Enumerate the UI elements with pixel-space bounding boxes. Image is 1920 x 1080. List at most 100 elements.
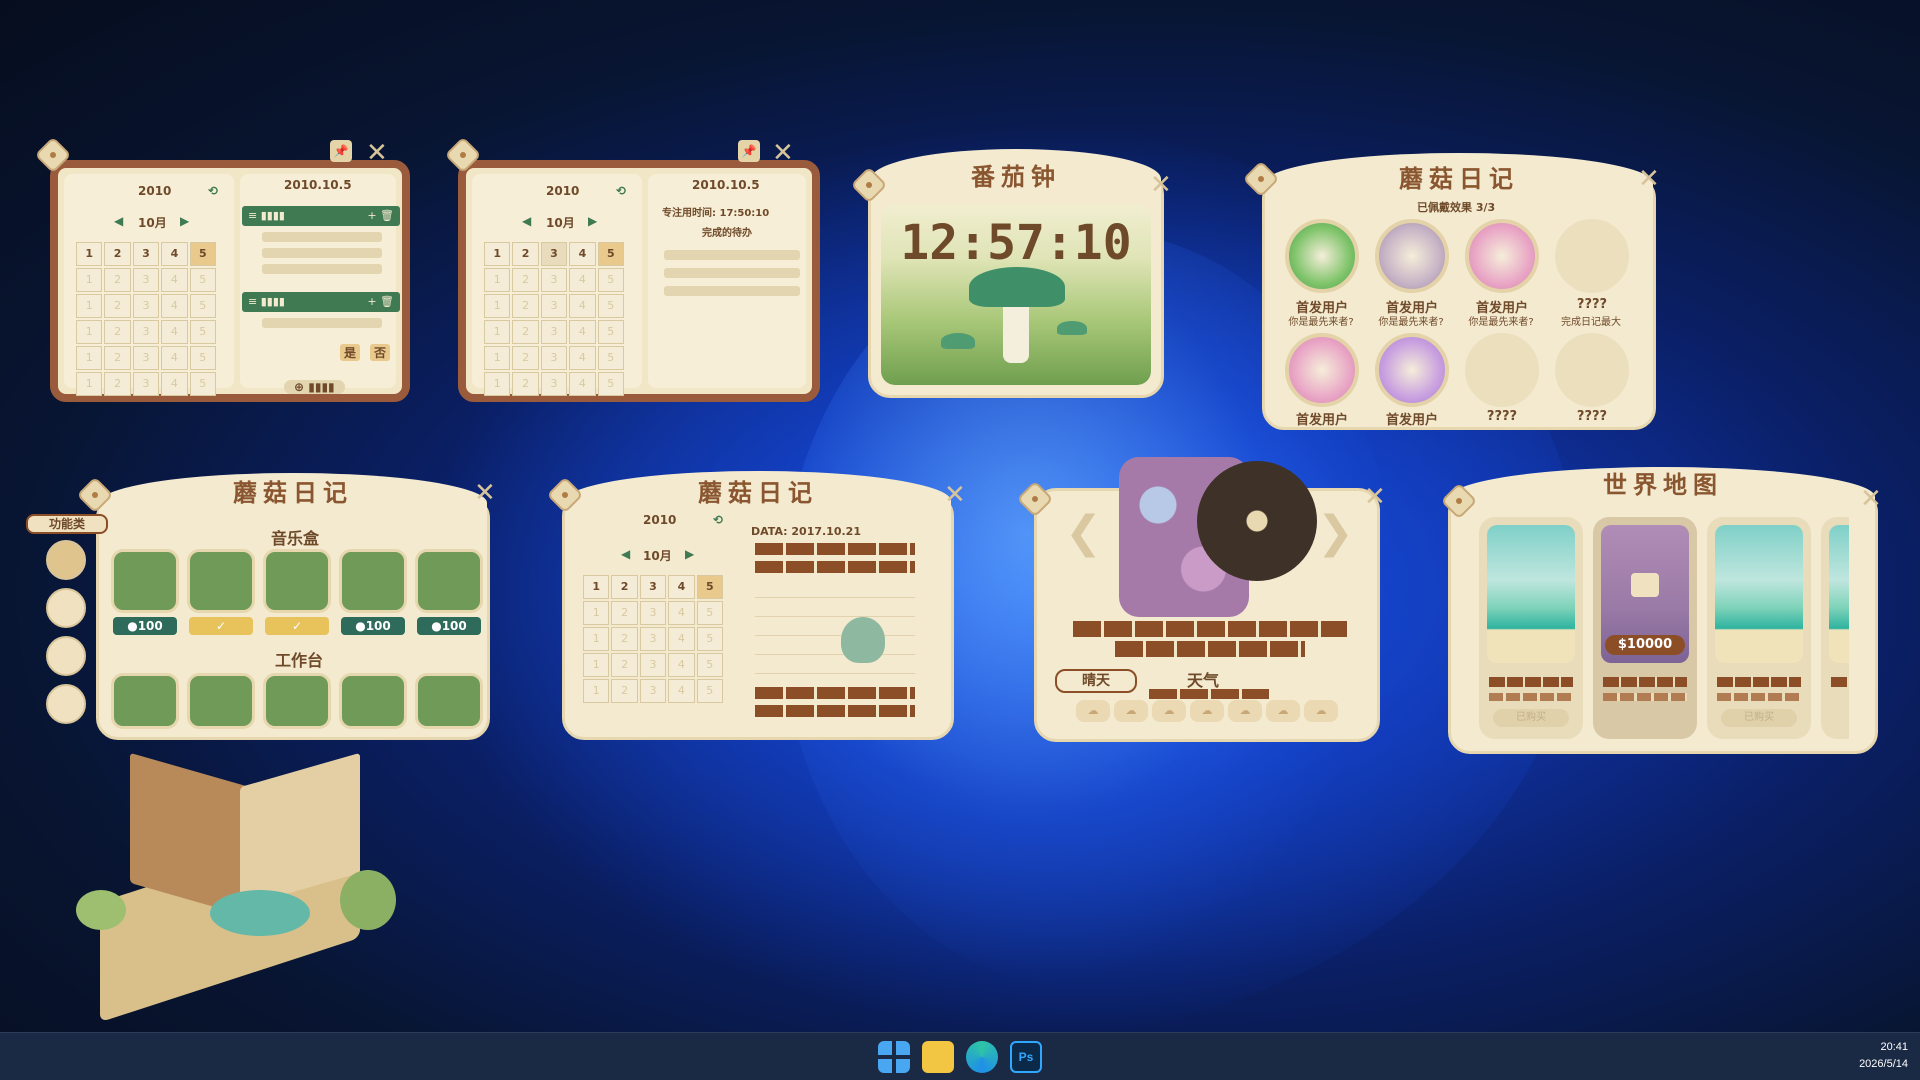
small-mushroom-cap (941, 333, 975, 349)
no-button[interactable]: 否 (370, 344, 391, 361)
start-icon[interactable] (878, 1041, 910, 1073)
location-card[interactable]: 已购买 (1707, 517, 1811, 739)
refresh-icon[interactable]: ⟲ (713, 513, 723, 527)
workbench-slot[interactable] (263, 673, 331, 729)
calendar-grid[interactable]: 12345 12345 12345 12345 12345 12345 (76, 242, 216, 396)
add-task-button[interactable]: ⊕ ▮▮▮▮ (284, 380, 345, 394)
category-book-icon[interactable] (46, 540, 86, 580)
location-name (1489, 677, 1573, 687)
weather-option-icon[interactable]: ☁ (1152, 700, 1186, 722)
prev-track-icon[interactable]: ❮ (1065, 511, 1102, 555)
achievement-badge-locked[interactable] (1555, 333, 1629, 407)
price-tag[interactable]: ●100 (341, 617, 405, 635)
weather-option-icon[interactable]: ☁ (1190, 700, 1224, 722)
achievement-badge[interactable] (1375, 333, 1449, 407)
category-mushroom-icon[interactable] (46, 588, 86, 628)
file-explorer-icon[interactable] (922, 1041, 954, 1073)
diary-widget: 蘑菇日记 2010 ⟲ ◀ 10月 ▶ 12345 12345 12345 12… (562, 471, 954, 740)
photoshop-icon[interactable]: Ps (1010, 1041, 1042, 1073)
edge-icon[interactable] (966, 1041, 998, 1073)
next-month-button[interactable]: ▶ (685, 547, 694, 561)
location-card[interactable] (1821, 517, 1849, 739)
date-label: 2010.10.5 (284, 178, 352, 192)
task-item[interactable] (262, 248, 382, 258)
weather-option-icon[interactable]: ☁ (1076, 700, 1110, 722)
location-card-locked[interactable]: $10000 (1593, 517, 1697, 739)
owned-tag[interactable]: ✓ (189, 617, 253, 635)
category-item-icon[interactable] (46, 684, 86, 724)
workbench-slot[interactable] (187, 673, 255, 729)
track-artist (1115, 641, 1305, 657)
category-character-icon[interactable] (46, 636, 86, 676)
prev-month-button[interactable]: ◀ (621, 547, 630, 561)
vinyl-record (1197, 461, 1317, 581)
price-tag[interactable]: ●100 (417, 617, 481, 635)
close-icon[interactable]: ✕ (1150, 172, 1172, 198)
completed-item[interactable] (664, 286, 800, 296)
mushroom-cap (969, 267, 1065, 307)
music-box-slot[interactable] (187, 549, 255, 613)
owned-tag[interactable]: ✓ (265, 617, 329, 635)
close-icon[interactable]: ✕ (944, 482, 966, 508)
completed-item[interactable] (664, 268, 800, 278)
prev-month-button[interactable]: ◀ (114, 214, 123, 228)
workbench-slot[interactable] (111, 673, 179, 729)
weather-bar (1149, 689, 1269, 699)
diary-ruled-area (755, 579, 915, 679)
next-month-button[interactable]: ▶ (180, 214, 189, 228)
task-item[interactable] (262, 264, 382, 274)
weather-option-icon[interactable]: ☁ (1114, 700, 1148, 722)
music-box-slot[interactable] (339, 549, 407, 613)
diary-text-line (755, 561, 915, 573)
clock-time: 12:57:10 (900, 215, 1132, 271)
refresh-icon[interactable]: ⟲ (208, 184, 218, 198)
task-group-1[interactable]: ≡ ▮▮▮▮ + 🗑 (242, 206, 400, 226)
close-icon[interactable]: ✕ (1860, 486, 1882, 512)
achievement-badge-locked[interactable] (1465, 333, 1539, 407)
location-card[interactable]: 已购买 (1479, 517, 1583, 739)
achievement-badge-locked[interactable] (1555, 219, 1629, 293)
achievement-badge[interactable] (1285, 333, 1359, 407)
weather-tag[interactable]: 晴天 (1055, 669, 1137, 693)
close-icon[interactable]: ✕ (474, 480, 496, 506)
close-icon[interactable]: ✕ (1364, 484, 1386, 510)
next-month-button[interactable]: ▶ (588, 214, 597, 228)
achievement-badge[interactable] (1375, 219, 1449, 293)
music-box-slot[interactable] (111, 549, 179, 613)
task-group-2[interactable]: ≡ ▮▮▮▮ + 🗑 (242, 292, 400, 312)
location-name (1603, 677, 1687, 687)
workbench-slot[interactable] (339, 673, 407, 729)
effects-progress: 已佩戴效果 3/3 (1417, 201, 1496, 214)
unlock-price[interactable]: $10000 (1605, 635, 1685, 655)
close-icon[interactable]: ✕ (772, 140, 794, 166)
prev-month-button[interactable]: ◀ (522, 214, 531, 228)
price-tag[interactable]: ●100 (113, 617, 177, 635)
calendar-grid[interactable]: 12345 12345 12345 12345 12345 (583, 575, 723, 703)
weather-option-icon[interactable]: ☁ (1304, 700, 1338, 722)
yes-button[interactable]: 是 (340, 344, 361, 361)
completed-item[interactable] (664, 250, 800, 260)
close-icon[interactable]: ✕ (1638, 166, 1660, 192)
calendar-grid[interactable]: 12345 12345 12345 12345 12345 12345 (484, 242, 624, 396)
music-box-slot[interactable] (263, 549, 331, 613)
achievement-badge[interactable] (1465, 219, 1539, 293)
location-image (1829, 525, 1849, 663)
close-icon[interactable]: ✕ (366, 140, 388, 166)
task-item[interactable] (262, 232, 382, 242)
task-item[interactable] (262, 318, 382, 328)
diary-text-line (755, 543, 915, 555)
next-track-icon[interactable]: ❯ (1317, 511, 1354, 555)
category-tab[interactable]: 功能类 (26, 514, 108, 534)
pin-icon[interactable]: 📌 (738, 140, 760, 162)
weather-option-icon[interactable]: ☁ (1228, 700, 1262, 722)
achievement-desc: 完成日记最大 (1561, 317, 1621, 328)
weather-option-icon[interactable]: ☁ (1266, 700, 1300, 722)
achievement-badge[interactable] (1285, 219, 1359, 293)
calendar-task-widget: 2010 ⟲ ◀ 10月 ▶ 12345 12345 12345 12345 1… (50, 160, 410, 402)
music-box-slot[interactable] (415, 549, 483, 613)
refresh-icon[interactable]: ⟲ (616, 184, 626, 198)
pin-icon[interactable]: 📌 (330, 140, 352, 162)
workbench-slot[interactable] (415, 673, 483, 729)
system-clock[interactable]: 20:41 2026/5/14 (1859, 1039, 1908, 1073)
completed-label: 完成的待办 (702, 228, 752, 239)
